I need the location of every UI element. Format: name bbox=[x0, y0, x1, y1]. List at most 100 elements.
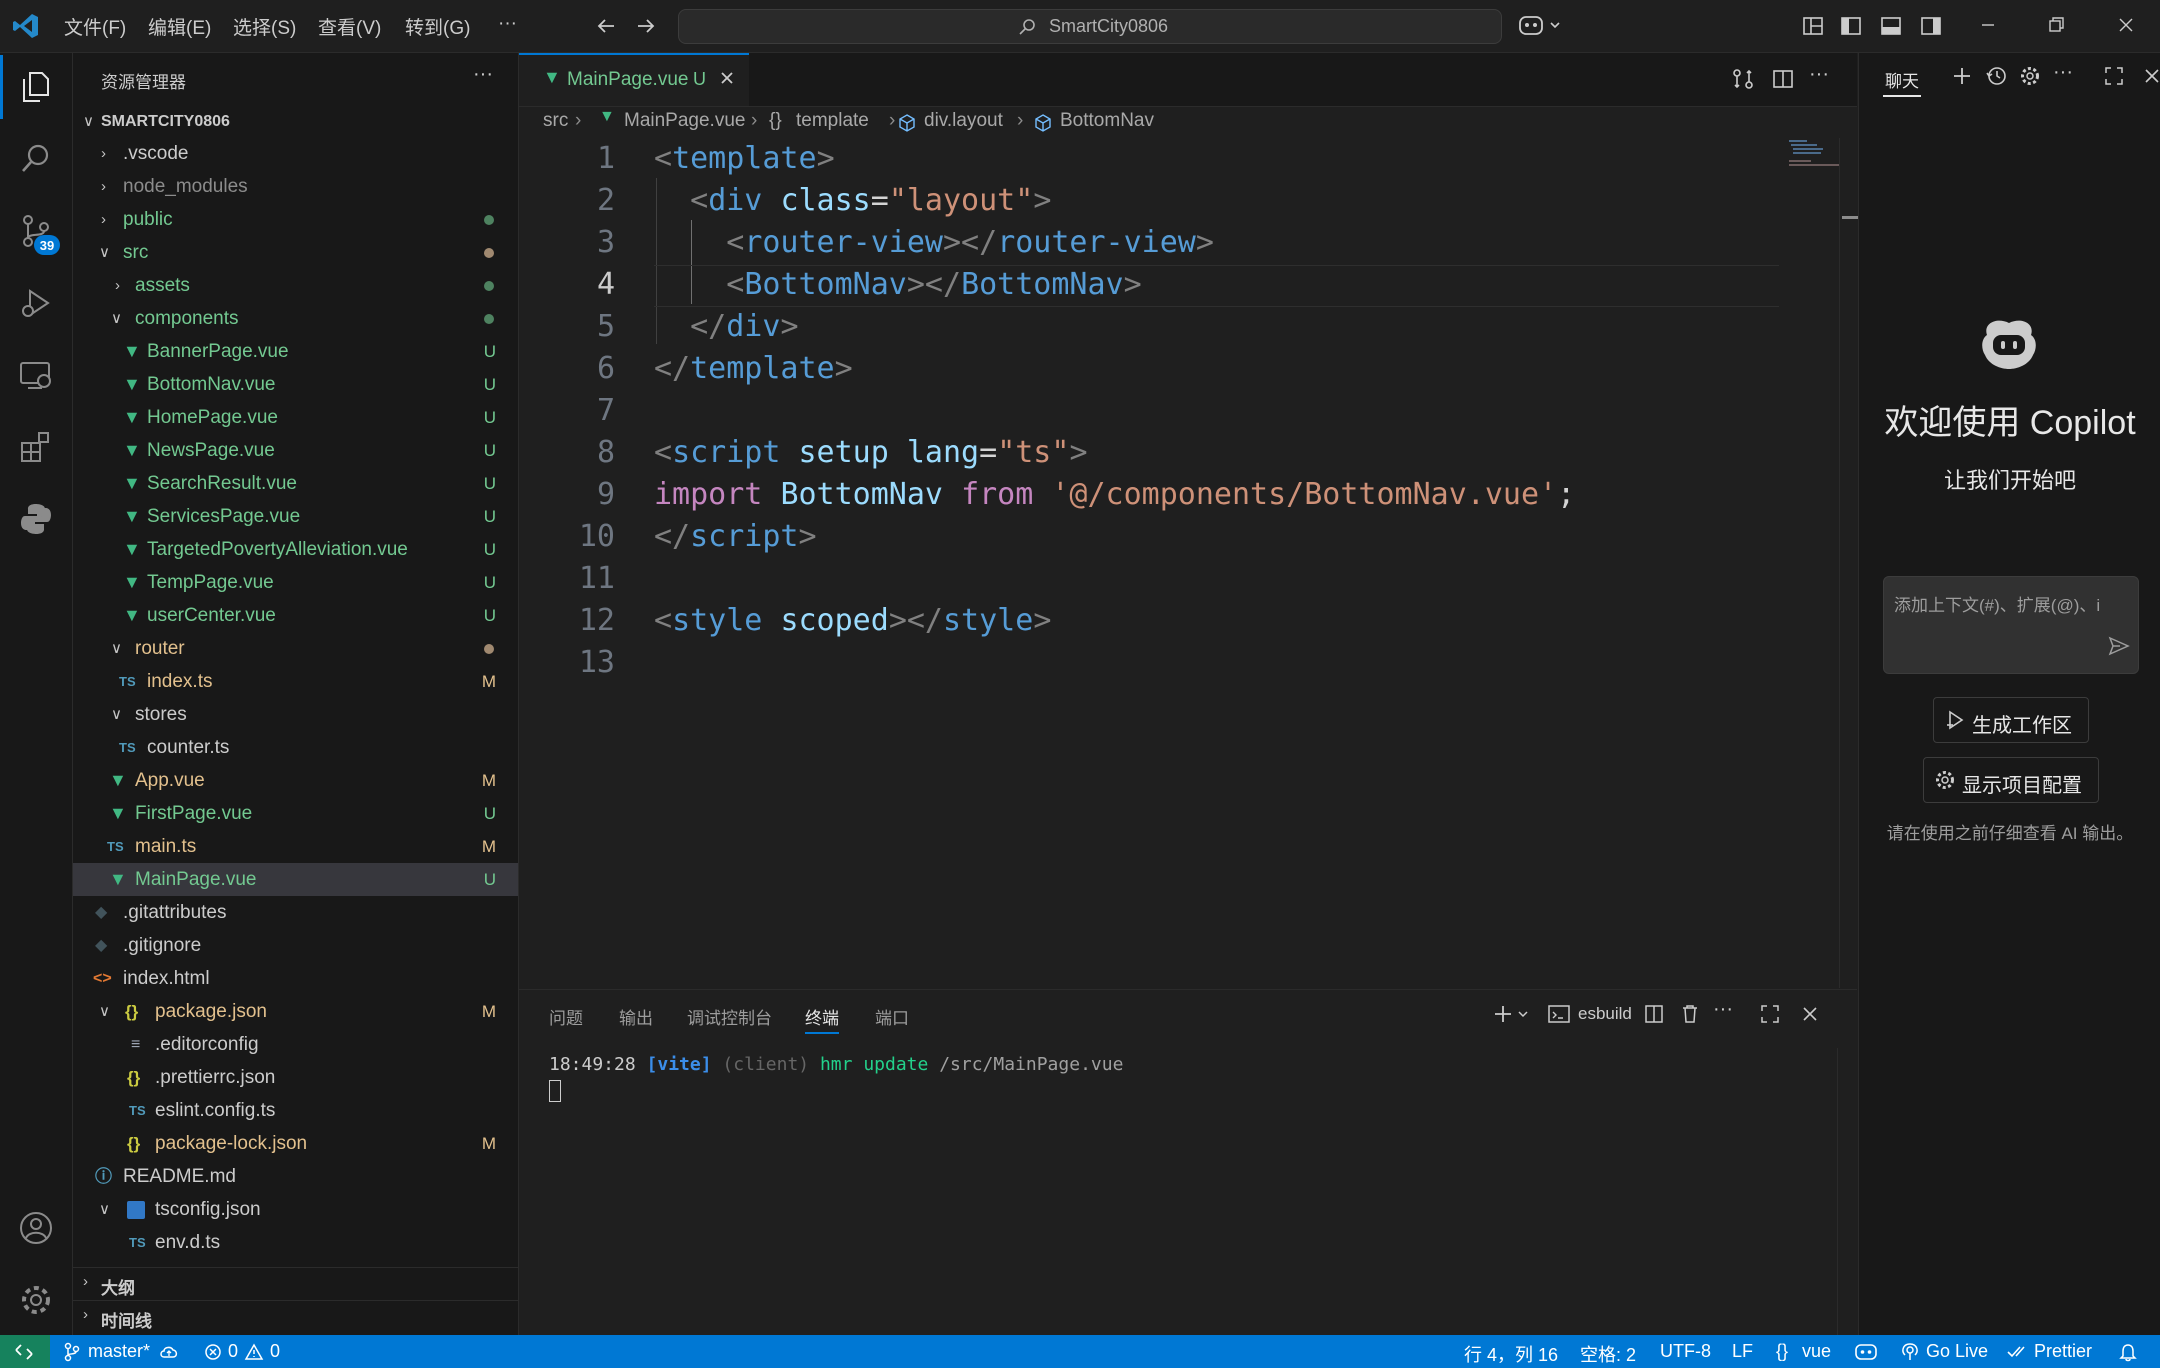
tree-item-mainpage-selected[interactable]: ▼ MainPage.vue U bbox=[73, 863, 518, 896]
close-panel-icon[interactable] bbox=[1799, 1003, 1821, 1025]
tree-item-stores[interactable]: ∨ stores bbox=[73, 698, 518, 731]
breadcrumb-item[interactable]: MainPage.vue bbox=[624, 110, 745, 132]
tree-item-targetedpoverty[interactable]: ▼ TargetedPovertyAlleviation.vue U bbox=[73, 533, 518, 566]
bell-icon[interactable] bbox=[2118, 1342, 2138, 1362]
back-arrow-icon[interactable] bbox=[594, 14, 618, 38]
chat-settings-icon[interactable] bbox=[2019, 65, 2041, 87]
menu-more[interactable]: ··· bbox=[498, 13, 517, 35]
tree-item-assets[interactable]: › assets bbox=[73, 269, 518, 302]
tree-item-homepage[interactable]: ▼ HomePage.vue U bbox=[73, 401, 518, 434]
tree-item-node-modules[interactable]: › node_modules bbox=[73, 170, 518, 203]
toggle-primary-sidebar-icon[interactable] bbox=[1840, 15, 1862, 37]
split-terminal-icon[interactable] bbox=[1643, 1003, 1665, 1025]
settings-gear-icon[interactable] bbox=[0, 1268, 72, 1332]
editor-scrollbar[interactable] bbox=[1839, 138, 1860, 988]
code-editor[interactable]: 1 <template> 2 <div class="layout"> 3 <ro… bbox=[519, 138, 1860, 988]
tree-item-temppage[interactable]: ▼ TempPage.vue U bbox=[73, 566, 518, 599]
encoding[interactable]: UTF-8 bbox=[1660, 1341, 1711, 1362]
tree-item-router-index[interactable]: TS index.ts M bbox=[73, 665, 518, 698]
workspace-root[interactable]: ∨ SMARTCITY0806 bbox=[73, 105, 518, 138]
chat-input[interactable]: 添加上下文(#)、扩展(@)、i bbox=[1883, 576, 2139, 674]
menu-file[interactable]: 文件(F) bbox=[64, 13, 126, 40]
python-icon[interactable] bbox=[0, 487, 72, 551]
line-ending[interactable]: LF bbox=[1732, 1341, 1753, 1362]
history-icon[interactable] bbox=[1985, 65, 2007, 87]
tree-item-app[interactable]: ▼ App.vue M bbox=[73, 764, 518, 797]
close-chat-icon[interactable] bbox=[2141, 65, 2160, 87]
tree-item-src[interactable]: ∨ src bbox=[73, 236, 518, 269]
chat-tab[interactable]: 聊天 bbox=[1885, 67, 1919, 92]
tree-item-index-html[interactable]: <> index.html bbox=[73, 962, 518, 995]
prettier-status[interactable]: Prettier bbox=[2034, 1341, 2092, 1362]
tree-item-package-json[interactable]: ∨ {} package.json M bbox=[73, 995, 518, 1028]
tree-item-gitattributes[interactable]: ◆ .gitattributes bbox=[73, 896, 518, 929]
panel-tab-terminal[interactable]: 终端 bbox=[805, 1004, 839, 1029]
tab-mainpage[interactable]: ▼ MainPage.vue U bbox=[519, 53, 749, 106]
panel-scrollbar[interactable] bbox=[1837, 1048, 1838, 1336]
tree-item-gitignore[interactable]: ◆ .gitignore bbox=[73, 929, 518, 962]
remote-explorer-icon[interactable] bbox=[0, 343, 72, 407]
new-terminal-icon[interactable] bbox=[1491, 1002, 1535, 1026]
maximize-panel-icon[interactable] bbox=[1759, 1003, 1781, 1025]
search-view-icon[interactable] bbox=[0, 127, 72, 191]
minimize-icon[interactable] bbox=[1978, 15, 1998, 35]
menu-edit[interactable]: 编辑(E) bbox=[148, 13, 211, 40]
tree-item-counter[interactable]: TS counter.ts bbox=[73, 731, 518, 764]
trash-icon[interactable] bbox=[1679, 1003, 1701, 1025]
tree-item-package-lock[interactable]: {} package-lock.json M bbox=[73, 1127, 518, 1160]
breadcrumb-item[interactable]: template bbox=[796, 110, 869, 132]
warning-count[interactable]: 0 bbox=[270, 1341, 280, 1362]
branch-name[interactable]: master* bbox=[88, 1341, 150, 1362]
remote-indicator[interactable] bbox=[0, 1335, 50, 1368]
forward-arrow-icon[interactable] bbox=[634, 14, 658, 38]
outline-section[interactable]: › 大纲 bbox=[73, 1267, 518, 1301]
terminal-name[interactable]: esbuild bbox=[1578, 1004, 1632, 1024]
new-chat-icon[interactable] bbox=[1951, 65, 1973, 87]
menu-selection[interactable]: 选择(S) bbox=[233, 13, 296, 40]
breadcrumb-item[interactable]: src bbox=[543, 110, 568, 132]
tree-item-editorconfig[interactable]: ≡ .editorconfig bbox=[73, 1028, 518, 1061]
customize-layout-icon[interactable] bbox=[1802, 15, 1824, 37]
tree-item-eslint-config[interactable]: TS eslint.config.ts bbox=[73, 1094, 518, 1127]
go-live-button[interactable]: Go Live bbox=[1926, 1341, 1988, 1362]
breadcrumb-item[interactable]: BottomNav bbox=[1060, 110, 1154, 132]
language-mode[interactable]: vue bbox=[1802, 1341, 1831, 1362]
chat-more-icon[interactable]: ··· bbox=[2053, 61, 2073, 84]
compare-changes-icon[interactable] bbox=[1731, 67, 1755, 91]
copilot-menu-icon[interactable] bbox=[1518, 12, 1566, 40]
toggle-panel-icon[interactable] bbox=[1880, 15, 1902, 37]
send-icon[interactable] bbox=[2108, 635, 2130, 657]
menu-view[interactable]: 查看(V) bbox=[318, 13, 381, 40]
tree-item-tsconfig[interactable]: ∨ tsconfig.json bbox=[73, 1193, 518, 1226]
tree-item-servicespage[interactable]: ▼ ServicesPage.vue U bbox=[73, 500, 518, 533]
tree-item-public[interactable]: › public bbox=[73, 203, 518, 236]
editor-more-icon[interactable]: ··· bbox=[1809, 63, 1829, 86]
explorer-icon[interactable] bbox=[0, 55, 72, 119]
menu-go[interactable]: 转到(G) bbox=[405, 13, 470, 40]
tree-item-newspage[interactable]: ▼ NewsPage.vue U bbox=[73, 434, 518, 467]
panel-more-icon[interactable]: ··· bbox=[1713, 998, 1733, 1021]
toggle-secondary-sidebar-icon[interactable] bbox=[1920, 15, 1942, 37]
panel-tab-problems[interactable]: 问题 bbox=[549, 1004, 583, 1029]
tree-item-vscode[interactable]: › .vscode bbox=[73, 137, 518, 170]
command-center-search[interactable]: SmartCity0806 bbox=[678, 9, 1502, 44]
show-config-button[interactable]: 显示项目配置 bbox=[1923, 757, 2099, 803]
source-control-icon[interactable]: 39 bbox=[0, 199, 72, 263]
maximize-chat-icon[interactable] bbox=[2103, 65, 2125, 87]
tree-item-components[interactable]: ∨ components bbox=[73, 302, 518, 335]
tree-item-bannerpage[interactable]: ▼ BannerPage.vue U bbox=[73, 335, 518, 368]
breadcrumb-item[interactable]: div.layout bbox=[924, 110, 1003, 132]
error-count[interactable]: 0 bbox=[228, 1341, 238, 1362]
tree-item-router[interactable]: ∨ router bbox=[73, 632, 518, 665]
panel-tab-debug-console[interactable]: 调试控制台 bbox=[687, 1004, 772, 1029]
tree-item-bottomnav[interactable]: ▼ BottomNav.vue U bbox=[73, 368, 518, 401]
generate-workspace-button[interactable]: 生成工作区 bbox=[1933, 697, 2089, 743]
extensions-icon[interactable] bbox=[0, 415, 72, 479]
run-debug-icon[interactable] bbox=[0, 271, 72, 335]
tree-item-firstpage[interactable]: ▼ FirstPage.vue U bbox=[73, 797, 518, 830]
copilot-status-icon[interactable] bbox=[1854, 1341, 1878, 1363]
accounts-icon[interactable] bbox=[0, 1196, 72, 1260]
tree-item-usercenter[interactable]: ▼ userCenter.vue U bbox=[73, 599, 518, 632]
sync-icon[interactable] bbox=[158, 1342, 180, 1362]
tree-item-readme[interactable]: ⓘ README.md bbox=[73, 1160, 518, 1193]
